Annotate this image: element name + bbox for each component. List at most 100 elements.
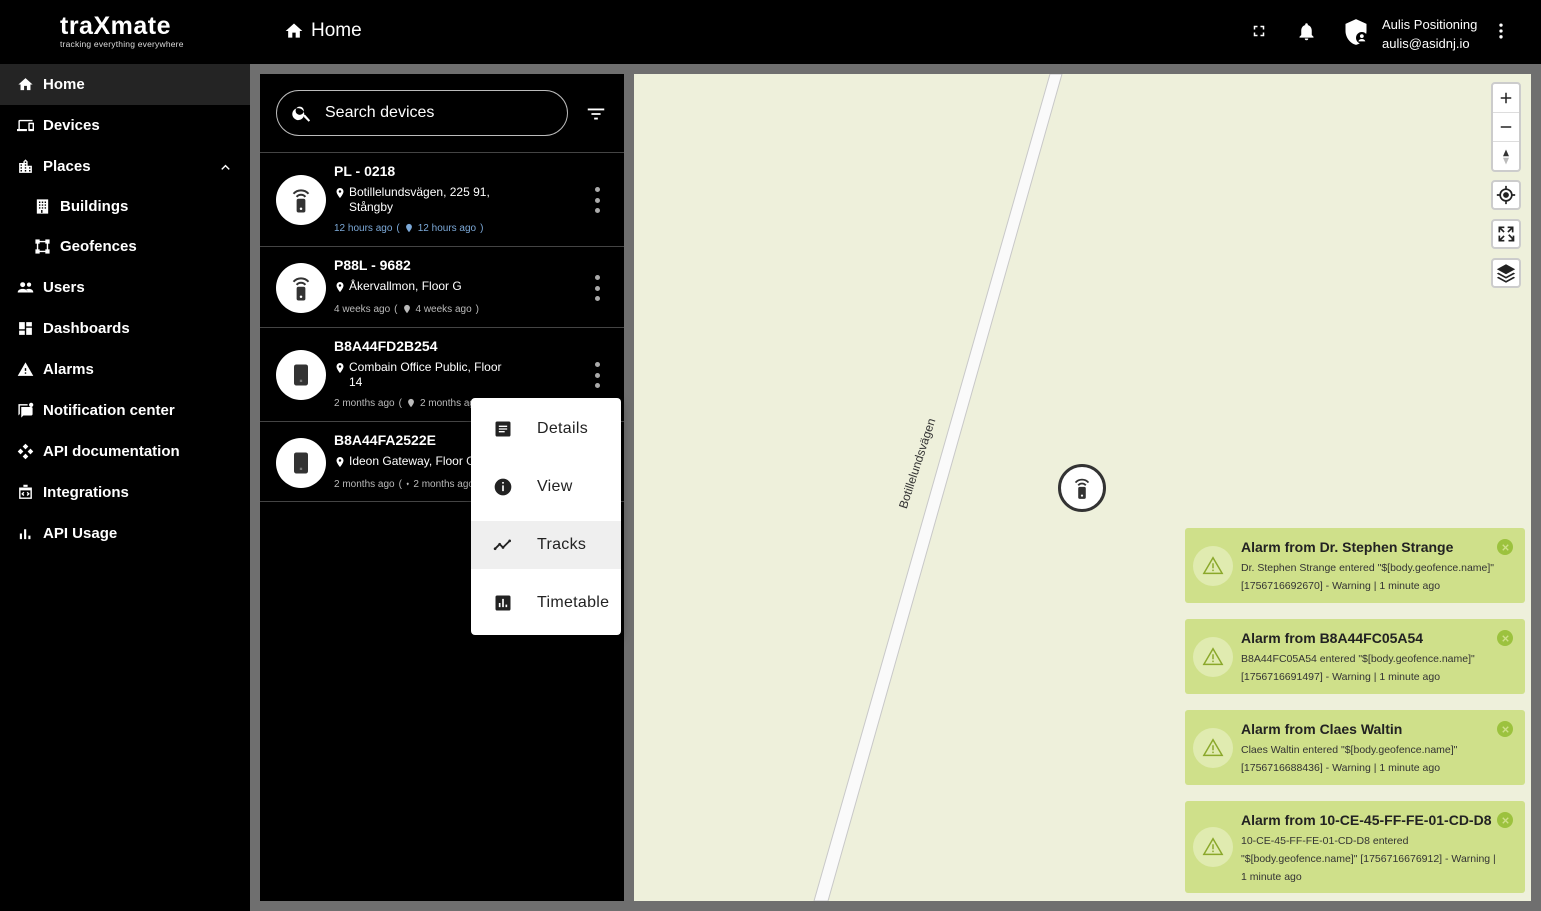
bell-icon[interactable] [1295,20,1317,42]
sidebar-item-geofences[interactable]: Geofences [0,226,250,267]
wireless-tracker-icon [1074,478,1090,499]
sidebar-item-label: API documentation [43,443,180,460]
breadcrumb-label: Home [311,20,362,41]
warning-icon [1193,728,1233,768]
device-row-p88l-9682[interactable]: P88L - 9682 Åkervallmon, Floor G 4 weeks… [260,246,624,327]
close-icon[interactable] [1497,812,1513,828]
warning-icon [1193,637,1233,677]
sidebar-item-label: Geofences [60,238,137,255]
timeline-icon [493,539,511,551]
menu-item-tracks[interactable]: Tracks [471,521,621,569]
integrations-icon [19,484,32,499]
sidebar-item-devices[interactable]: Devices [0,105,250,146]
device-more-icon[interactable] [590,275,604,301]
sidebar-item-buildings[interactable]: Buildings [0,186,250,227]
menu-item-label: View [537,478,573,495]
menu-item-label: Timetable [537,594,610,611]
filter-icon[interactable] [584,102,608,126]
zoom-in-icon[interactable] [1493,84,1519,113]
fit-bounds-icon[interactable] [1491,219,1521,249]
more-vert-icon[interactable] [1490,20,1512,42]
home-icon [285,23,303,38]
device-avatar [276,263,326,313]
menu-item-details[interactable]: Details [471,405,621,453]
chart-icon [495,595,511,611]
device-more-icon[interactable] [590,187,604,213]
sidebar-item-label: Dashboards [43,320,130,337]
sidebar-item-places[interactable]: Places [0,146,250,187]
geofence-icon [35,239,50,254]
app-logo[interactable]: traXmate tracking everything everywhere [60,12,200,49]
sidebar-item-label: Integrations [43,484,129,501]
device-map-marker[interactable] [1058,464,1106,512]
alarm-toast[interactable]: Alarm from Claes Waltin Claes Waltin ent… [1185,710,1525,785]
sidebar-item-label: Devices [43,117,100,134]
alarm-toast[interactable]: Alarm from Dr. Stephen Strange Dr. Steph… [1185,528,1525,603]
sidebar-item-home[interactable]: Home [0,64,250,105]
device-name: PL - 0218 [334,163,396,179]
alarm-title: Alarm from B8A44FC05A54 [1241,630,1424,646]
location-pin-icon [336,457,344,467]
close-icon[interactable] [1497,721,1513,737]
sidebar-item-label: Home [43,76,85,93]
sidebar-item-api-usage[interactable]: API Usage [0,513,250,554]
device-timestamps: 2 months ago ( 2 months ago [334,478,474,490]
location-pin-icon [336,282,344,292]
alarm-message: Claes Waltin entered "$[body.geofence.na… [1241,744,1458,774]
warning-icon [1193,827,1233,867]
menu-item-timetable[interactable]: Timetable [471,579,621,627]
last-seen: 2 months ago [334,478,395,490]
my-location-icon[interactable] [1491,180,1521,210]
zoom-controls [1491,82,1521,172]
device-name: B8A44FD2B254 [334,338,438,354]
close-icon[interactable] [1497,630,1513,646]
sidebar-item-api-documentation[interactable]: API documentation [0,431,250,472]
alarm-message: B8A44FC05A54 entered "$[body.geofence.na… [1241,653,1475,683]
device-timestamps: 4 weeks ago ( 4 weeks ago ) [334,303,479,315]
sidebar-item-alarms[interactable]: Alarms [0,349,250,390]
search-input[interactable] [325,104,545,122]
alarm-toast[interactable]: Alarm from B8A44FC05A54 B8A44FC05A54 ent… [1185,619,1525,694]
location-pin-icon [403,304,410,314]
info-icon [494,478,512,496]
alarm-toast[interactable]: Alarm from 10-CE-45-FF-FE-01-CD-D8 10-CE… [1185,801,1525,893]
menu-item-view[interactable]: View [471,463,621,511]
location-pin-icon [405,223,412,233]
account-shield-icon[interactable] [1341,17,1371,47]
user-email: aulis@asidnj.io [1382,36,1470,51]
chevron-up-icon[interactable] [217,159,234,176]
layers-icon[interactable] [1491,258,1521,288]
alarm-message: Dr. Stephen Strange entered "$[body.geof… [1241,562,1495,592]
notification-icon [18,402,34,418]
user-info[interactable]: Aulis Positioning aulis@asidnj.io [1382,15,1477,53]
sidebar-item-integrations[interactable]: Integrations [0,472,250,513]
warning-icon [17,362,34,376]
zoom-out-icon[interactable] [1493,113,1519,142]
location-pin-icon [336,363,344,373]
breadcrumb: Home [284,20,362,42]
wireless-tracker-icon [292,189,310,213]
search-icon [292,106,311,122]
users-icon [17,282,34,293]
device-more-icon[interactable] [590,362,604,388]
device-timestamps: 2 months ago ( 2 months ago ) [334,397,488,409]
sidebar-item-users[interactable]: Users [0,267,250,308]
logo-tagline: tracking everything everywhere [60,39,184,49]
sidebar-item-dashboards[interactable]: Dashboards [0,308,250,349]
search-box[interactable] [276,90,568,136]
fullscreen-icon[interactable] [1248,20,1270,42]
device-row-pl-0218[interactable]: PL - 0218 Botillelundsvägen, 225 91, Stå… [260,152,624,246]
close-icon[interactable] [1497,539,1513,555]
tag-device-icon [294,364,308,386]
sidebar-item-notification-center[interactable]: Notification center [0,390,250,431]
dashboard-icon [19,322,32,335]
sidebar-item-label: API Usage [43,525,118,542]
document-icon [495,421,511,437]
compass-icon[interactable] [1493,142,1519,171]
sidebar-item-label: Users [43,279,85,296]
alarm-title: Alarm from Dr. Stephen Strange [1241,539,1454,555]
location-pin-icon [406,482,409,486]
user-name: Aulis Positioning [1382,17,1478,32]
home-icon [18,78,33,91]
device-name: P88L - 9682 [334,257,411,273]
